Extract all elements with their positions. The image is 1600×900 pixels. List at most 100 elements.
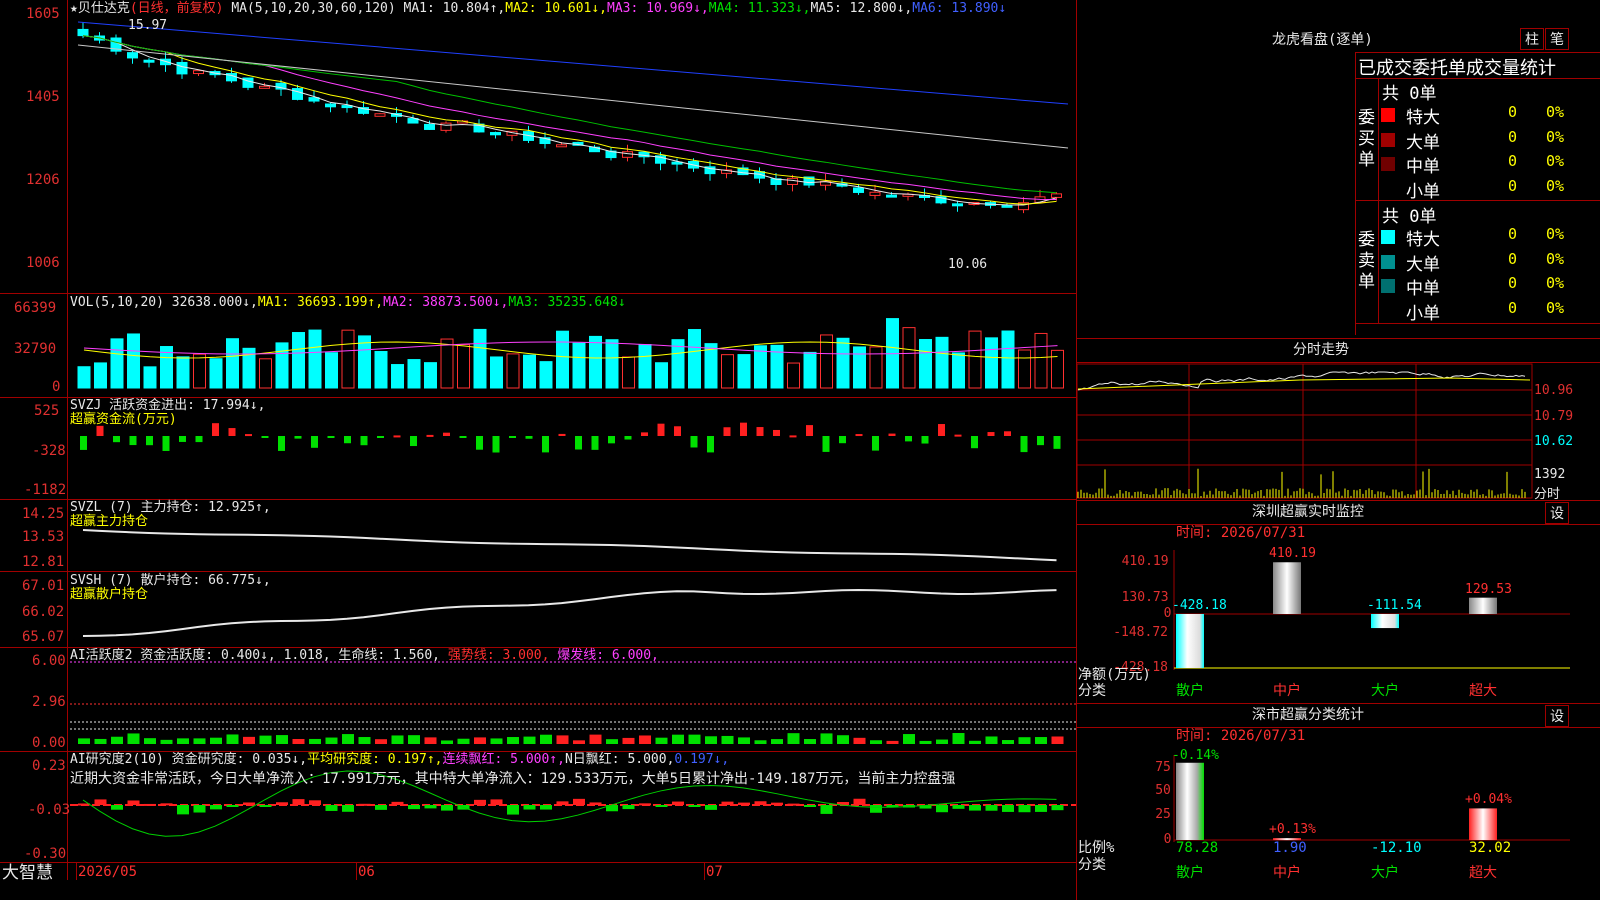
activity-bar — [309, 738, 321, 744]
activity-bar — [78, 738, 90, 744]
candle-body — [77, 28, 89, 37]
fund-flow-bar — [1020, 436, 1028, 453]
monitor-axis-label: -148.72 — [1113, 625, 1168, 640]
volume-bar — [1034, 332, 1048, 389]
monitor-category-label: 中户 — [1273, 683, 1301, 699]
svzl-axis-3: 12.81 — [22, 554, 65, 570]
order-percent: 0% — [1546, 127, 1565, 146]
research-bar — [441, 805, 453, 811]
fund-flow-bar — [905, 436, 912, 442]
candle-body — [127, 52, 138, 59]
sz-class-settings-button[interactable]: 设 — [1545, 705, 1569, 727]
fund-flow-bar — [872, 436, 879, 451]
activity-bar — [919, 740, 932, 744]
research-bar — [952, 805, 965, 809]
fund-flow-bar — [294, 436, 302, 439]
activity-bar — [721, 735, 734, 744]
research-bar — [391, 801, 404, 805]
monitor-category-label: 超大 — [1469, 683, 1497, 699]
order-type-label: 大单 — [1406, 132, 1440, 153]
volume-bar — [440, 338, 454, 389]
ai-header: AI活跃度2 资金活跃度: 0.400↓, 1.018, 生命线: 1.560,… — [70, 648, 659, 663]
ai2-header-d: N日飘红: 5.000, — [564, 752, 675, 767]
fund-flow-bar — [806, 425, 813, 436]
fund-flow-bar — [195, 436, 203, 443]
order-count: 0 — [1508, 103, 1518, 121]
svzj-header: SVZJ 活跃资金进出: 17.994↓, — [70, 398, 266, 413]
monitor-value-label: 410.19 — [1269, 546, 1316, 561]
class-axis-label: 0 — [1163, 832, 1172, 847]
monitor-value-label: -428.18 — [1172, 598, 1227, 613]
fund-flow-bar — [80, 436, 87, 450]
monitor-category-label: 散户 — [1176, 683, 1204, 699]
activity-bar — [837, 735, 849, 744]
activity-bar — [952, 733, 965, 744]
fund-flow-bar — [162, 436, 170, 451]
fund-flow-bar — [575, 436, 582, 450]
research-bar — [771, 802, 783, 805]
stock-name[interactable]: ★贝仕达克 — [70, 1, 130, 16]
activity-bar — [144, 738, 156, 744]
fund-flow-bar — [129, 436, 137, 446]
separator — [0, 571, 1077, 572]
fund-flow-bar — [228, 428, 236, 436]
fund-flow-bar — [492, 436, 500, 453]
candle-body — [853, 187, 864, 193]
fund-flow-bar — [921, 436, 929, 444]
column-view-button[interactable]: 柱 — [1520, 28, 1544, 50]
activity-bar — [523, 736, 536, 744]
volume-bar — [1018, 349, 1031, 389]
activity-bar — [969, 740, 981, 744]
tick-view-button[interactable]: 笔 — [1545, 28, 1569, 50]
fund-flow-bar — [426, 434, 434, 437]
sell-side-label: 委卖单 — [1358, 230, 1375, 292]
activity-bar — [210, 737, 222, 744]
research-bar — [474, 799, 486, 805]
ma5-value: MA5: 12.800↓, — [810, 1, 913, 16]
volume-bar — [226, 338, 239, 389]
class-category-label: 超大 — [1469, 865, 1497, 881]
candle-body — [143, 59, 155, 63]
svsh-axis-3: 65.07 — [22, 629, 65, 645]
research-bar — [325, 805, 338, 811]
research-bar — [342, 805, 354, 812]
activity-bar — [556, 735, 569, 744]
fund-flow-bar — [740, 422, 747, 436]
research-bar — [705, 805, 717, 810]
ai-header-a: AI活跃度2 资金活跃度: 0.400↓, 1.018, 生命线: 1.560, — [70, 648, 440, 663]
svzj-sub: 超赢资金流(万元) — [70, 412, 177, 427]
fund-flow-bar — [245, 434, 252, 437]
volume-bar — [655, 362, 668, 389]
class-change-label: +0.04% — [1465, 792, 1512, 807]
fund-flow-bar — [509, 436, 516, 438]
activity-bar — [160, 739, 173, 744]
activity-bar — [540, 734, 552, 744]
class-category-label: 大户 — [1371, 865, 1399, 881]
ma2-value: MA2: 10.601↓, — [505, 1, 608, 16]
research-bar — [210, 805, 222, 810]
volume-bar — [209, 358, 223, 389]
brand-label[interactable]: 大智慧 — [2, 863, 53, 883]
activity-bar — [94, 738, 107, 744]
research-bar — [969, 805, 981, 811]
order-percent: 0% — [1546, 249, 1565, 268]
research-bar — [292, 799, 305, 805]
fund-flow-bar — [344, 436, 351, 444]
sz-monitor-settings-button[interactable]: 设 — [1545, 502, 1569, 524]
svsh-header: SVSH (7) 散户持仓: 66.775↓, — [70, 573, 271, 588]
order-count: 0 — [1508, 152, 1518, 170]
candle-body — [193, 70, 204, 75]
fund-flow-bar — [459, 436, 467, 438]
candle-body — [176, 61, 188, 75]
activity-bar — [457, 738, 470, 744]
candle-body — [440, 122, 452, 131]
volume-bar — [391, 364, 404, 389]
research-bar — [688, 805, 701, 807]
volume-bar — [902, 327, 916, 389]
activity-bar — [589, 734, 602, 744]
fund-flow-bar — [888, 433, 896, 436]
activity-bar — [259, 735, 272, 744]
class-axis-label: 25 — [1155, 807, 1171, 822]
order-type-label: 特大 — [1406, 108, 1440, 128]
order-percent: 0% — [1546, 176, 1565, 195]
